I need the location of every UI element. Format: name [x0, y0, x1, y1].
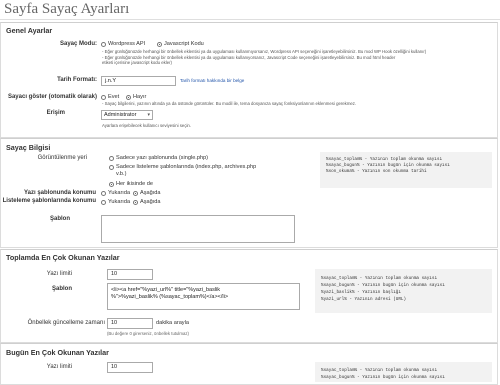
auto-display-label: Sayacı göster (otomatik olarak) [7, 94, 97, 100]
today-read-limit-label: Yazı limiti [46, 364, 72, 370]
radio-icon[interactable] [109, 155, 114, 161]
top-read-template-label: Şablon [51, 286, 72, 292]
radio-icon[interactable] [101, 94, 106, 100]
radio-icon[interactable] [101, 41, 106, 47]
title-divider [0, 19, 500, 20]
counter-template-textarea[interactable] [101, 215, 295, 243]
counter-template-label: Şablon [49, 216, 70, 222]
mode-description: - Eğer günlüğünüzde herhangi bir önbelle… [102, 49, 427, 66]
display-location-label: Görüntülenme yeri [37, 155, 87, 161]
access-description: Ayarlara erişebilecek kullanıcı seviyesi… [102, 123, 192, 128]
radio-icon[interactable] [101, 199, 106, 205]
date-format-help-link[interactable]: Tarih formatı hakkında bir belge [180, 78, 244, 83]
counter-info-title: Sayaç Bilgisi [6, 143, 51, 152]
date-format-label: Tarih Formatı: [57, 77, 97, 83]
cache-interval-input[interactable]: 10 [107, 318, 153, 329]
today-read-codes-legend: %sayac_toplam% - Yazının toplam okunma s… [315, 362, 492, 382]
chevron-down-icon: ▾ [147, 112, 150, 118]
radio-checked-icon[interactable] [133, 190, 138, 196]
page-title: Sayfa Sayaç Ayarları [4, 1, 130, 17]
radio-checked-icon[interactable] [157, 41, 162, 47]
access-label: Erişim [46, 110, 65, 116]
display-option-listing[interactable]: Sadece listeleme şablonlarında (index.ph… [109, 164, 266, 178]
counter-mode-label: Sayaç Modu: [59, 41, 97, 47]
today-read-limit-input[interactable]: 10 [107, 362, 153, 373]
top-read-codes-legend: %sayac_toplam% - Yazının toplam okunma s… [315, 269, 492, 313]
list-position-top[interactable]: Yukarıda [101, 199, 130, 205]
auto-option-no[interactable]: Hayır [126, 94, 146, 100]
top-read-template-textarea[interactable]: <li><a href="%yazi_url%" title="%yazi_ba… [107, 283, 300, 310]
top-read-limit-label: Yazı limiti [46, 271, 72, 277]
general-settings-title: Genel Ayarlar [6, 26, 53, 35]
radio-icon[interactable] [101, 190, 106, 196]
access-level-select[interactable]: Administrator ▾ [101, 110, 153, 120]
radio-icon[interactable] [109, 165, 114, 170]
date-format-input[interactable]: j.n.Y [101, 76, 176, 86]
auto-option-yes[interactable]: Evet [101, 94, 119, 100]
radio-checked-icon[interactable] [133, 199, 138, 205]
radio-checked-icon[interactable] [126, 94, 131, 100]
display-option-both[interactable]: Her ikisinde de [109, 181, 153, 187]
counter-codes-legend: %sayac_toplam% - Yazının toplam okunma s… [320, 152, 492, 188]
top-read-limit-input[interactable]: 10 [107, 269, 153, 280]
auto-display-description: - Sayaç bilgilerini, yazının altında ya … [102, 101, 357, 106]
today-read-title: Bugün En Çok Okunan Yazılar [6, 348, 109, 357]
cache-interval-unit: dakika arayla [156, 320, 189, 326]
cache-interval-label: Önbellek güncelleme zamanı [27, 320, 105, 326]
top-read-title: Toplamda En Çok Okunan Yazılar [6, 253, 120, 262]
mode-option-wordpress-api[interactable]: Wordpress API [101, 41, 145, 47]
list-position-bottom[interactable]: Aşağıda [133, 199, 161, 205]
list-position-label: Listeleme şablonlarında konumu [2, 198, 96, 204]
cache-interval-note: (Bu değere 0 girerseniz, önbellek tutulm… [107, 331, 189, 336]
radio-checked-icon[interactable] [109, 181, 114, 187]
post-position-top[interactable]: Yukarıda [101, 190, 130, 196]
display-option-single[interactable]: Sadece yazı şablonunda (single.php) [109, 155, 208, 161]
post-position-label: Yazı şablonunda konumu [23, 190, 96, 196]
mode-option-javascript[interactable]: Javascript Kodu [157, 41, 204, 47]
post-position-bottom[interactable]: Aşağıda [133, 190, 161, 196]
